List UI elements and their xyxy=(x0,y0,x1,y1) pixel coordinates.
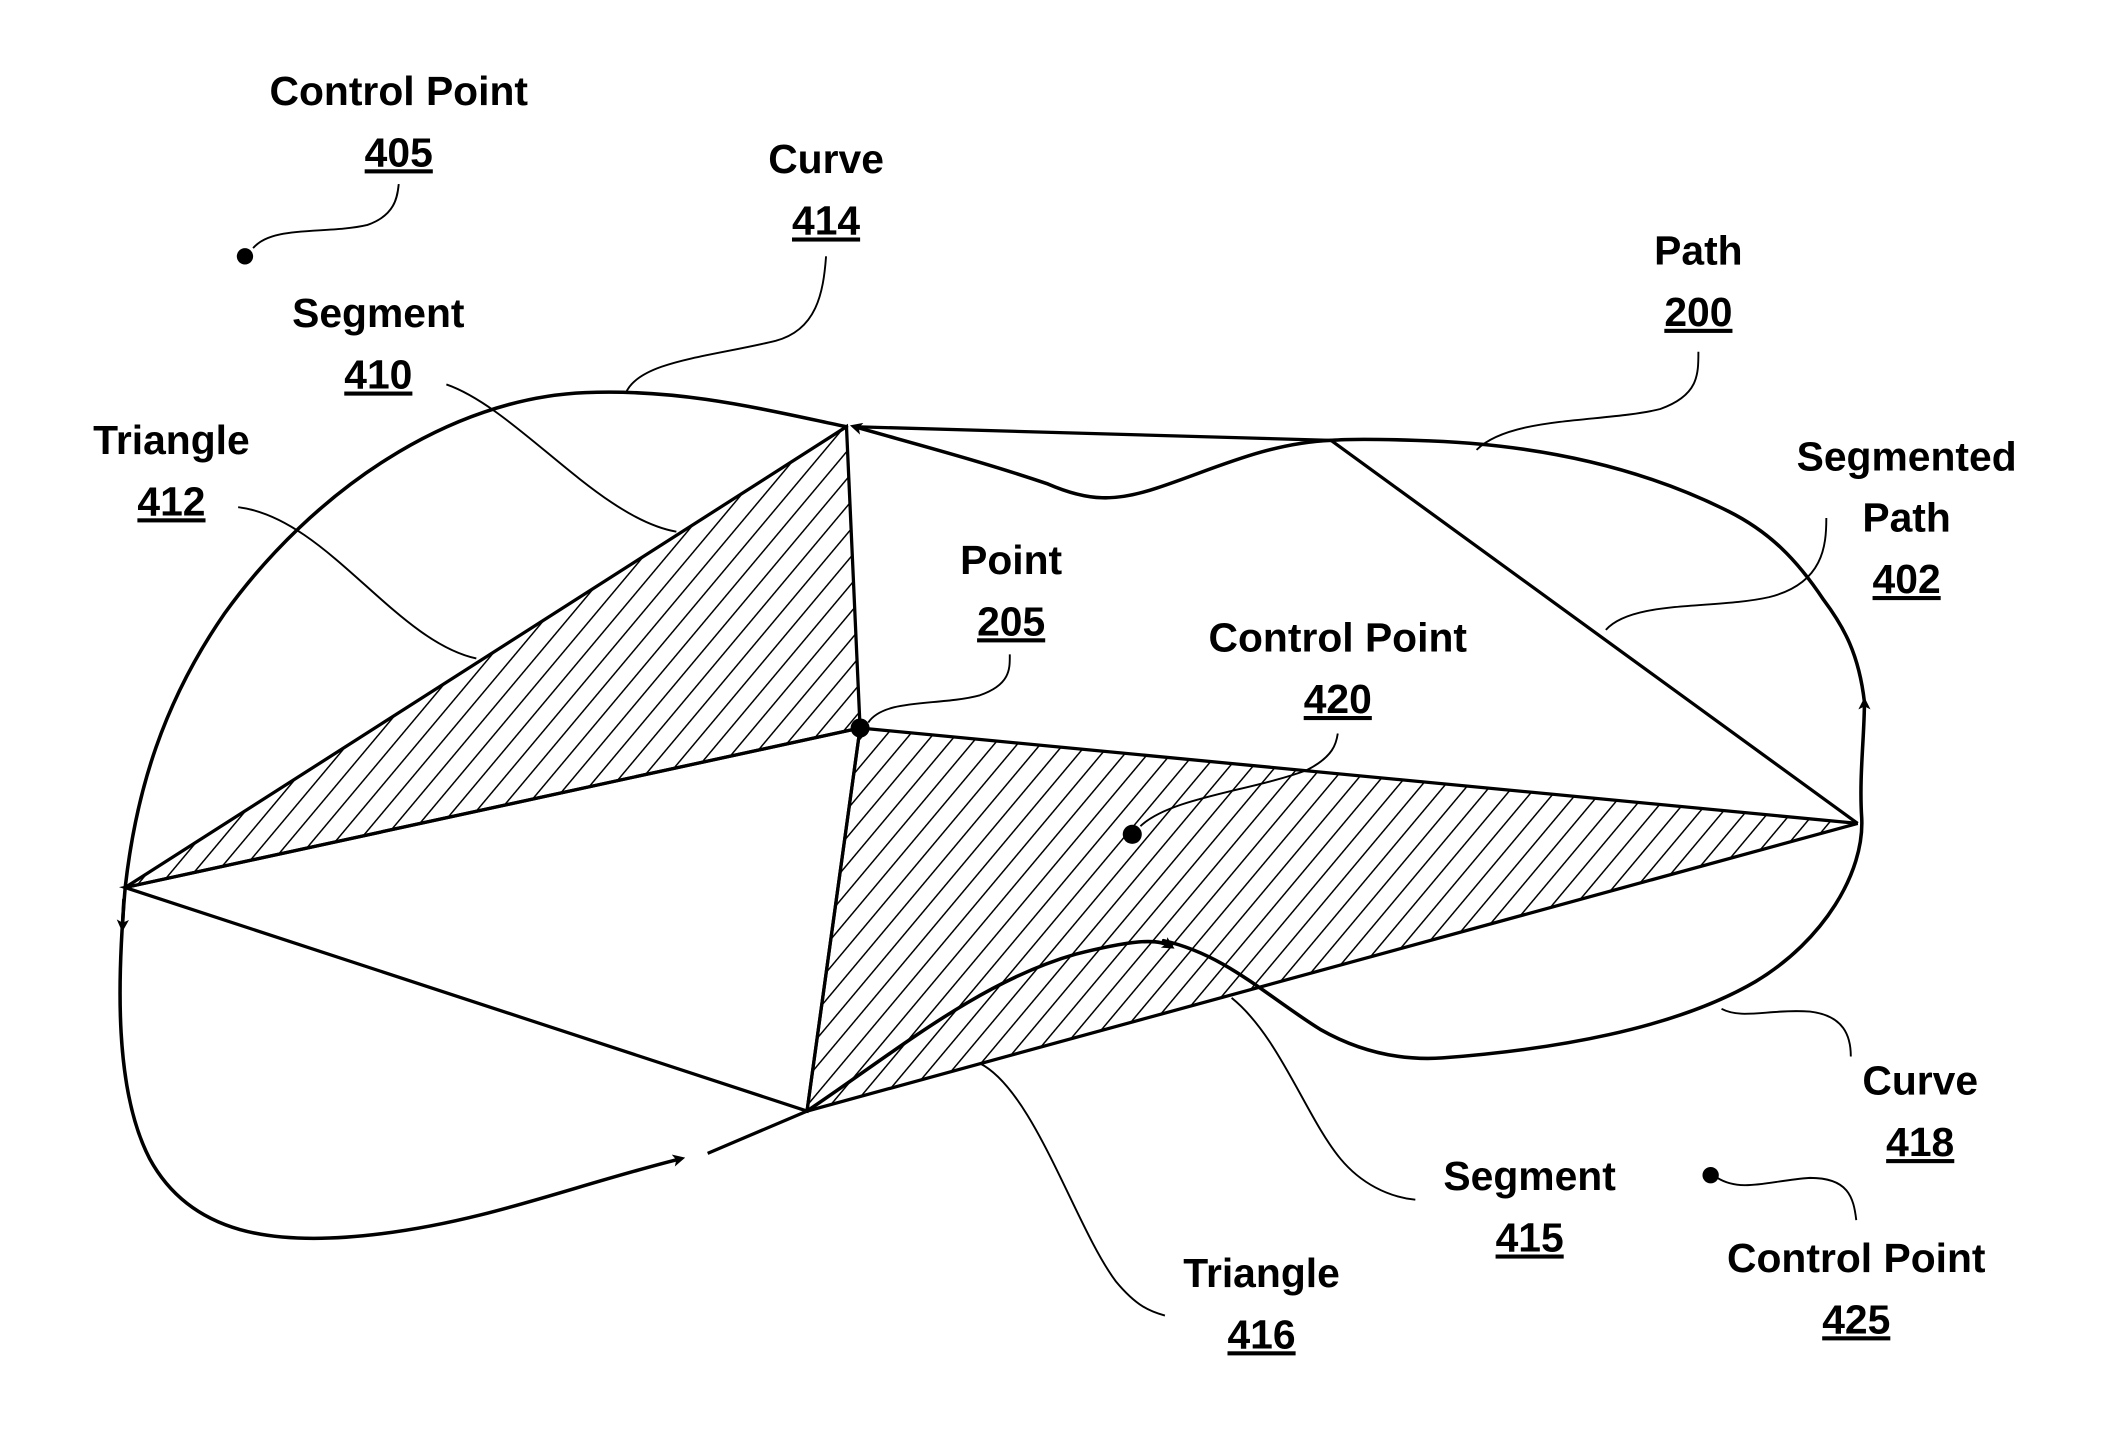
label-number: 418 xyxy=(1886,1119,1954,1165)
label-number: 414 xyxy=(792,197,860,243)
leader-205 xyxy=(867,654,1011,724)
control-point-405-dot xyxy=(236,248,254,265)
leader-415 xyxy=(1231,997,1416,1201)
segmented-path-diagram: Control Point 405 Curve 414 Segment 410 … xyxy=(93,68,2017,1357)
label-number: 405 xyxy=(365,129,433,175)
leader-200 xyxy=(1475,351,1700,451)
label-number: 412 xyxy=(137,478,205,524)
label-segment-415: Segment 415 xyxy=(1443,1153,1616,1260)
label-path-200: Path 200 xyxy=(1654,227,1742,334)
label-control-point-420: Control Point 420 xyxy=(1209,615,1468,722)
leader-425 xyxy=(1716,1176,1858,1221)
label-control-point-425: Control Point 425 xyxy=(1727,1235,1986,1342)
label-number: 416 xyxy=(1227,1311,1295,1357)
label-title: Triangle xyxy=(93,417,250,463)
label-triangle-412: Triangle 412 xyxy=(93,417,250,524)
label-title: Control Point xyxy=(1727,1235,1986,1281)
triangle-416 xyxy=(805,726,1859,1114)
label-number: 200 xyxy=(1664,289,1732,335)
label-title-line1: Segmented xyxy=(1797,433,2017,479)
label-curve-414: Curve 414 xyxy=(768,136,884,243)
label-segmented-path-402: Segmented Path 402 xyxy=(1797,433,2017,602)
leader-418 xyxy=(1721,1007,1852,1057)
label-curve-418: Curve 418 xyxy=(1862,1058,1978,1165)
label-title: Segment xyxy=(1443,1153,1616,1199)
leader-402 xyxy=(1605,518,1828,631)
label-title-line2: Path xyxy=(1862,495,1950,541)
label-number: 410 xyxy=(344,352,412,398)
left-arrow-stub xyxy=(116,898,129,932)
segmented-path-top-edge xyxy=(854,425,1332,442)
label-title: Curve xyxy=(768,136,884,182)
label-title: Path xyxy=(1654,227,1742,273)
control-point-425-dot xyxy=(1702,1166,1719,1184)
segmented-path-bottom-edge xyxy=(707,1109,808,1155)
label-number: 425 xyxy=(1822,1296,1890,1342)
label-title: Control Point xyxy=(1209,615,1468,661)
label-title: Point xyxy=(960,537,1062,583)
label-number: 415 xyxy=(1496,1214,1564,1260)
control-point-420-dot xyxy=(1122,824,1142,844)
leader-410 xyxy=(446,383,677,533)
label-triangle-416: Triangle 416 xyxy=(1183,1250,1340,1357)
label-number: 420 xyxy=(1304,676,1372,722)
path-200-upper-right xyxy=(1329,437,1867,704)
label-point-205: Point 205 xyxy=(960,537,1062,644)
leader-412 xyxy=(238,506,477,660)
leader-416 xyxy=(979,1062,1166,1317)
label-number: 205 xyxy=(977,598,1045,644)
label-title: Curve xyxy=(1862,1058,1978,1104)
label-segment-410: Segment 410 xyxy=(292,290,465,397)
triangle-412 xyxy=(124,423,862,890)
label-title: Triangle xyxy=(1183,1250,1340,1296)
label-number: 402 xyxy=(1873,556,1941,602)
leader-405 xyxy=(252,183,400,249)
leader-414 xyxy=(625,256,828,394)
label-title: Control Point xyxy=(269,68,528,114)
point-205-dot xyxy=(850,718,870,738)
label-title: Segment xyxy=(292,290,465,336)
left-loop-curve xyxy=(118,885,686,1241)
label-control-point-405: Control Point 405 xyxy=(269,68,528,175)
